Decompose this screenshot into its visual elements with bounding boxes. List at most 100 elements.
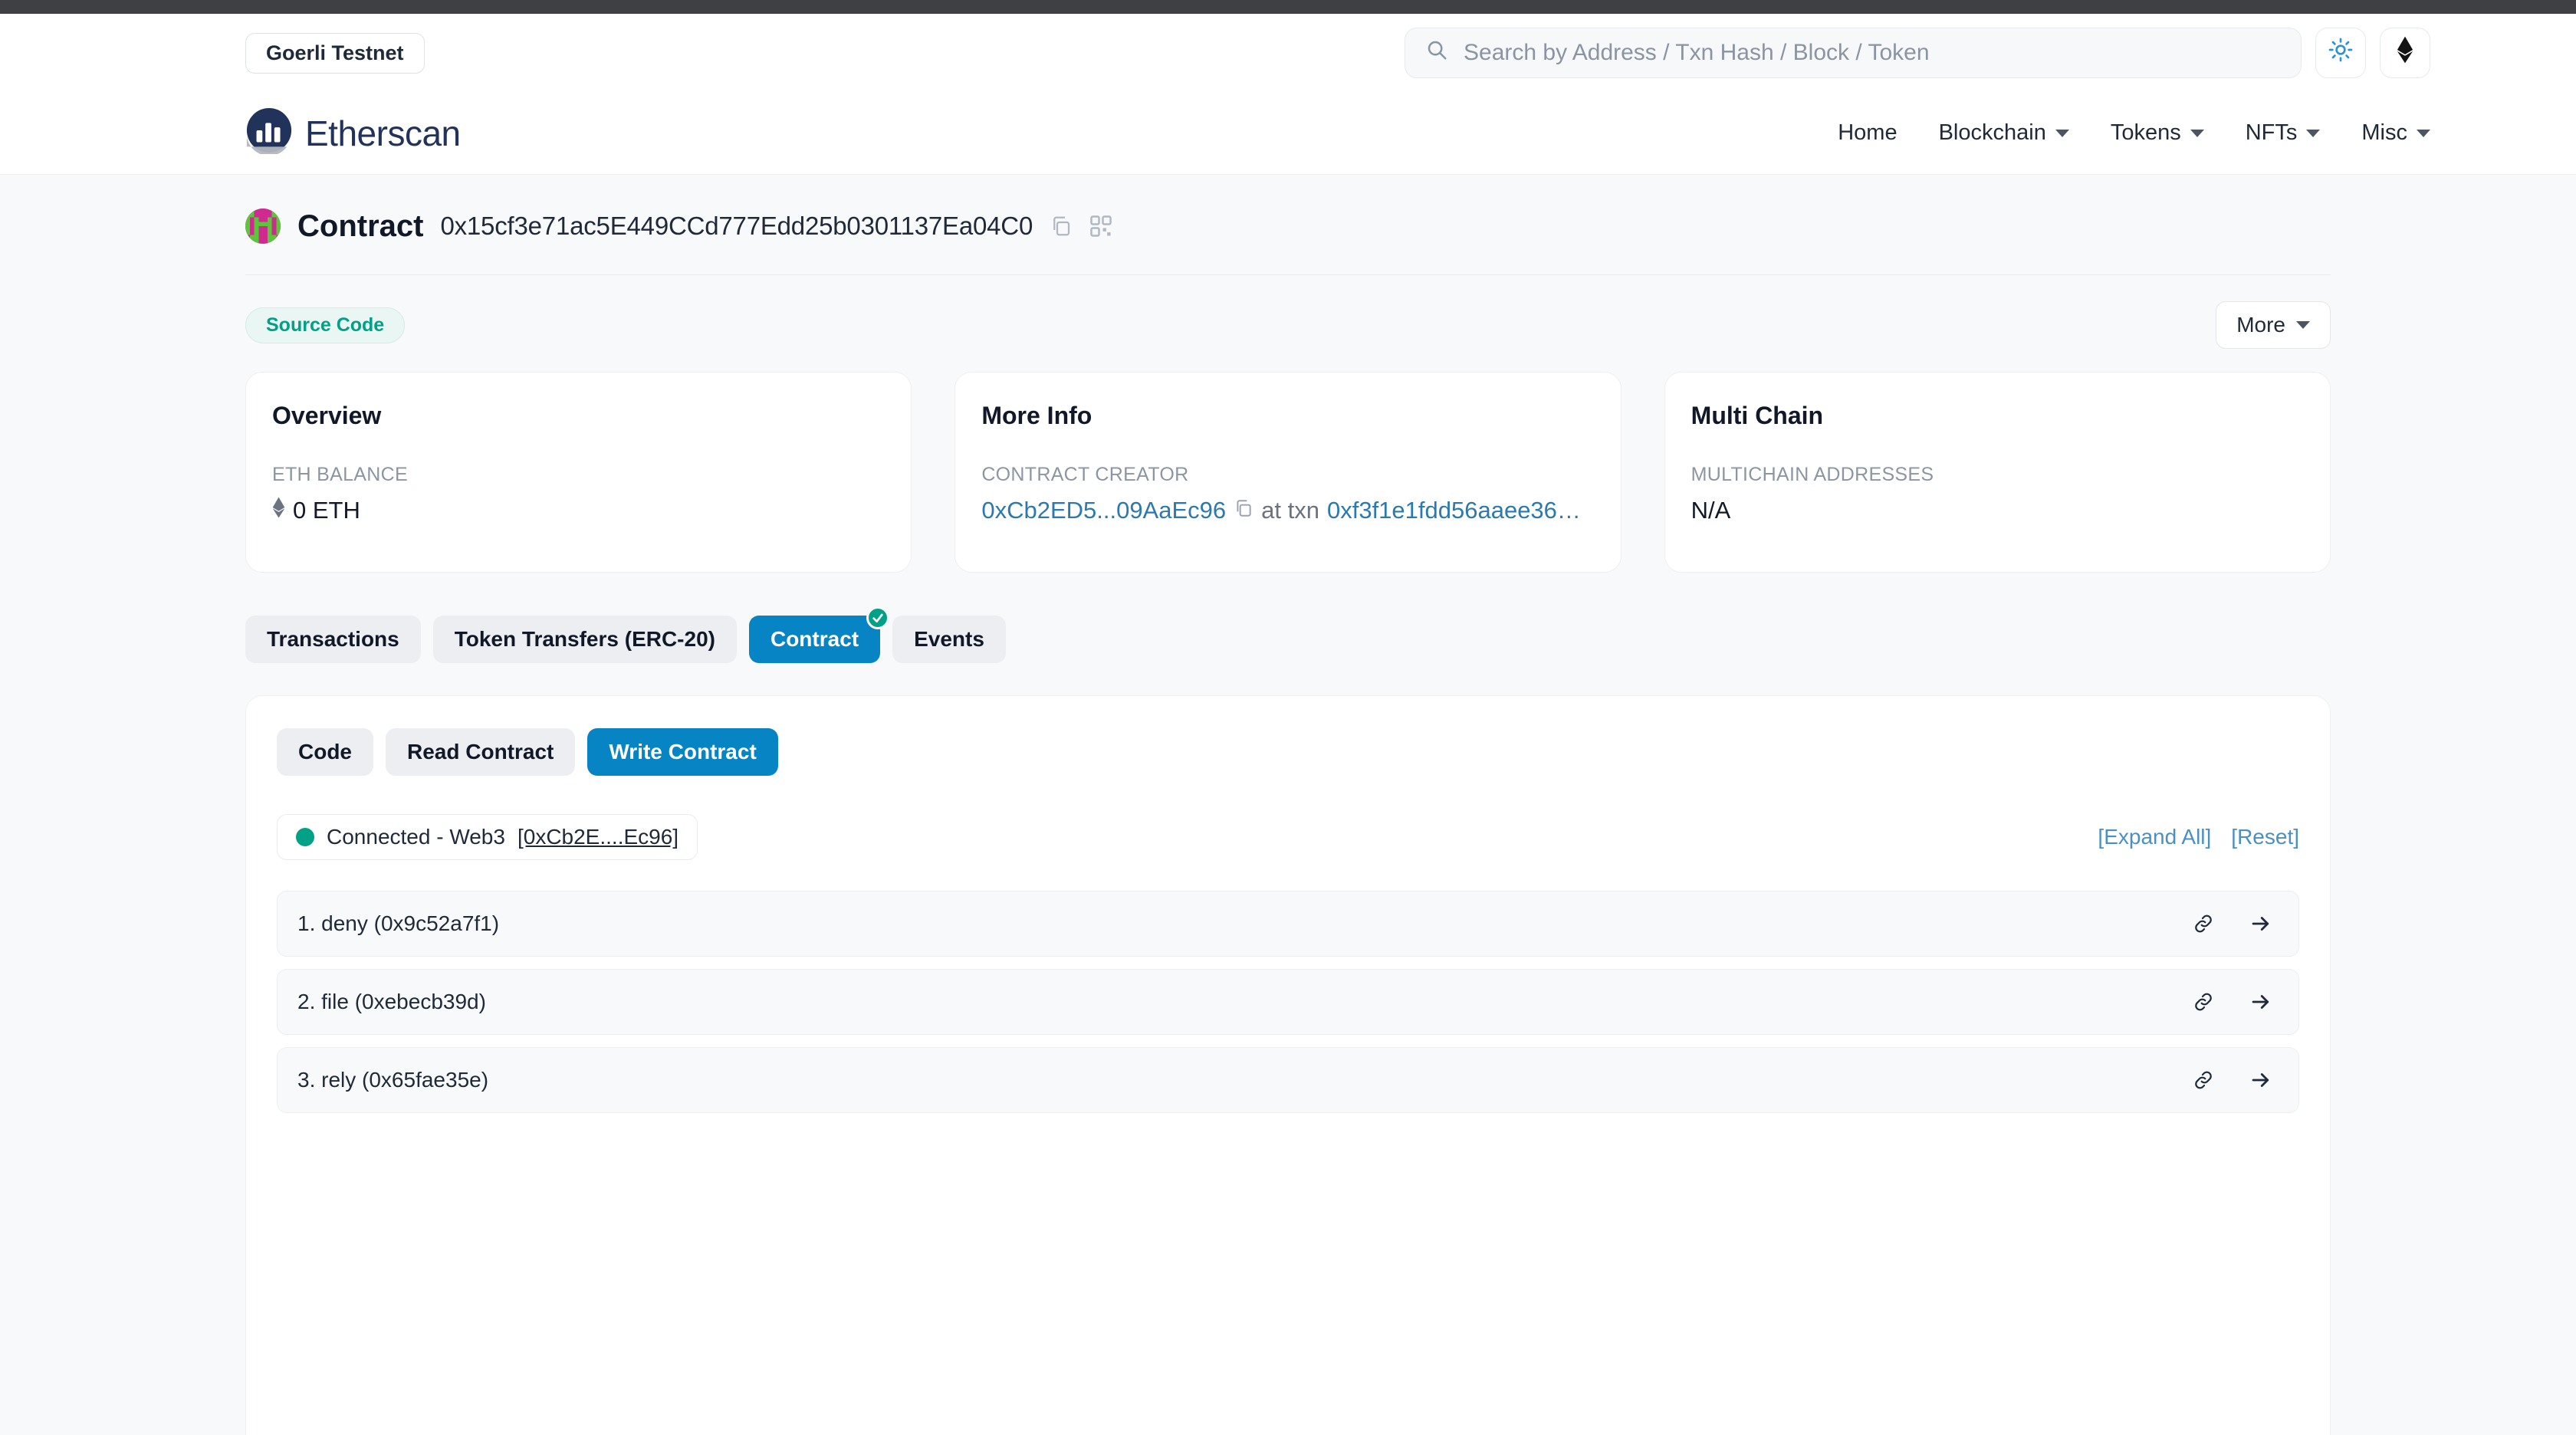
eth-balance-value: 0 ETH (293, 497, 360, 524)
nav-item-label: Home (1838, 120, 1898, 145)
tab-label: Events (914, 627, 984, 651)
subtab-code[interactable]: Code (277, 728, 373, 776)
copy-icon[interactable] (1050, 215, 1073, 238)
overview-card-title: Overview (272, 402, 382, 429)
connected-account-link[interactable]: [0xCb2E....Ec96] (518, 825, 678, 849)
multi-chain-card: Multi Chain MULTICHAIN ADDRESSES N/A (1664, 372, 2331, 573)
copy-icon[interactable] (1234, 497, 1254, 524)
chevron-down-icon (2190, 129, 2204, 137)
subtab-read-contract[interactable]: Read Contract (386, 728, 576, 776)
nav-item-label: Misc (2361, 120, 2407, 145)
function-row[interactable]: 2. file (0xebecb39d) (277, 969, 2299, 1035)
tab-label: Contract (770, 627, 859, 651)
arrow-right-icon[interactable] (2249, 912, 2272, 935)
nav-item-label: Tokens (2110, 120, 2181, 145)
search-input[interactable] (1464, 28, 2281, 77)
main-tab-bar: Transactions Token Transfers (ERC-20) Co… (245, 606, 2331, 695)
more-label: More (2236, 313, 2285, 337)
web3-connection-status[interactable]: Connected - Web3 [0xCb2E....Ec96] (277, 814, 698, 860)
arrow-right-icon[interactable] (2249, 1069, 2272, 1092)
tab-events[interactable]: Events (892, 616, 1006, 663)
nav-item-tokens[interactable]: Tokens (2111, 120, 2204, 146)
function-row[interactable]: 1. deny (0x9c52a7f1) (277, 891, 2299, 957)
nav-item-label: Blockchain (1938, 120, 2046, 145)
function-name: 3. rely (0x65fae35e) (297, 1068, 489, 1092)
theme-toggle-button[interactable] (2315, 28, 2366, 78)
contract-creator-link[interactable]: 0xCb2ED5...09AaEc96 (981, 497, 1226, 524)
tab-label: Token Transfers (ERC-20) (454, 627, 715, 651)
utility-bar-right (1405, 28, 2430, 78)
page-title: Contract (297, 209, 424, 243)
expand-all-link[interactable]: [Expand All] (2098, 825, 2211, 849)
status-badge[interactable]: Source Code (245, 307, 406, 343)
function-row-icons (2193, 912, 2272, 935)
tab-label: Transactions (267, 627, 399, 651)
connected-dot-icon (296, 828, 314, 846)
browser-top-strip (0, 0, 2576, 14)
brand-name: Etherscan (305, 113, 461, 153)
nav-item-blockchain[interactable]: Blockchain (1939, 120, 2069, 146)
link-icon[interactable] (2193, 991, 2214, 1013)
contract-panel: Code Read Contract Write Contract Connec… (245, 695, 2331, 1435)
page-content: Contract 0x15cf3e71ac5E449CCd777Edd25b03… (0, 175, 2576, 1435)
verified-check-icon (866, 606, 890, 629)
at-txn-label: at txn (1261, 497, 1319, 524)
arrow-right-icon[interactable] (2249, 990, 2272, 1013)
main-navbar: Etherscan Home Blockchain Tokens NFTs Mi… (0, 92, 2576, 175)
contract-header: Contract 0x15cf3e71ac5E449CCd777Edd25b03… (245, 175, 2331, 274)
contract-identicon (245, 209, 281, 244)
utility-bar: Goerli Testnet (0, 14, 2576, 92)
more-info-card: More Info CONTRACT CREATOR 0xCb2ED5...09… (955, 372, 1622, 573)
nav-item-label: NFTs (2245, 120, 2298, 145)
ethereum-icon (2397, 36, 2413, 70)
contract-creator-row: 0xCb2ED5...09AaEc96 at txn 0xf3f1e1fdd56… (981, 497, 1594, 524)
multi-chain-card-title: Multi Chain (1691, 402, 1824, 429)
contract-address: 0x15cf3e71ac5E449CCd777Edd25b0301137Ea04… (440, 212, 1033, 240)
nav-links: Home Blockchain Tokens NFTs Misc (1838, 120, 2430, 146)
sun-icon (2328, 38, 2353, 68)
subtab-label: Write Contract (609, 740, 757, 763)
tab-transactions[interactable]: Transactions (245, 616, 421, 663)
etherscan-logo-icon (245, 107, 293, 160)
creation-txn-link[interactable]: 0xf3f1e1fdd56aaee36… (1327, 497, 1581, 524)
function-name: 2. file (0xebecb39d) (297, 990, 486, 1013)
nav-item-nfts[interactable]: NFTs (2246, 120, 2321, 146)
tab-contract[interactable]: Contract (748, 606, 890, 663)
etherscan-logo-link[interactable]: Etherscan (245, 107, 461, 160)
network-selector[interactable]: Goerli Testnet (245, 32, 425, 74)
eth-balance-value-row: 0 ETH (272, 497, 885, 524)
nav-item-misc[interactable]: Misc (2361, 120, 2430, 146)
connection-status-text: Connected - Web3 (327, 825, 505, 849)
contract-subtab-bar: Code Read Contract Write Contract (277, 728, 2299, 776)
function-row[interactable]: 3. rely (0x65fae35e) (277, 1047, 2299, 1113)
chevron-down-icon (2306, 129, 2321, 137)
function-name: 1. deny (0x9c52a7f1) (297, 911, 500, 935)
ethereum-icon (272, 497, 285, 524)
more-dropdown-button[interactable]: More (2216, 301, 2331, 349)
subtab-write-contract[interactable]: Write Contract (587, 728, 778, 776)
function-row-icons (2193, 990, 2272, 1013)
multichain-addresses-label: MULTICHAIN ADDRESSES (1691, 464, 1934, 485)
nav-item-home[interactable]: Home (1838, 120, 1897, 146)
link-icon[interactable] (2193, 1069, 2214, 1091)
connection-row: Connected - Web3 [0xCb2E....Ec96] [Expan… (277, 814, 2299, 860)
link-icon[interactable] (2193, 913, 2214, 934)
more-info-card-title: More Info (981, 402, 1092, 429)
tab-token-transfers[interactable]: Token Transfers (ERC-20) (432, 616, 737, 663)
search-box[interactable] (1405, 28, 2302, 78)
subtab-label: Read Contract (407, 740, 554, 763)
chevron-down-icon (2055, 129, 2069, 137)
reset-link[interactable]: [Reset] (2231, 825, 2299, 849)
qr-code-icon[interactable] (1089, 215, 1112, 238)
subtab-label: Code (298, 740, 352, 763)
function-row-icons (2193, 1069, 2272, 1092)
multichain-addresses-value: N/A (1691, 497, 1731, 524)
chevron-down-icon (2417, 129, 2430, 137)
search-icon (1425, 38, 1448, 67)
chevron-down-icon (2296, 321, 2310, 329)
eth-balance-label: ETH BALANCE (272, 464, 408, 485)
summary-cards: Overview ETH BALANCE 0 ETH More Info CON… (245, 372, 2331, 616)
chain-selector-button[interactable] (2380, 28, 2430, 78)
contract-creator-label: CONTRACT CREATOR (981, 464, 1189, 485)
badge-row: Source Code More (245, 275, 2331, 372)
